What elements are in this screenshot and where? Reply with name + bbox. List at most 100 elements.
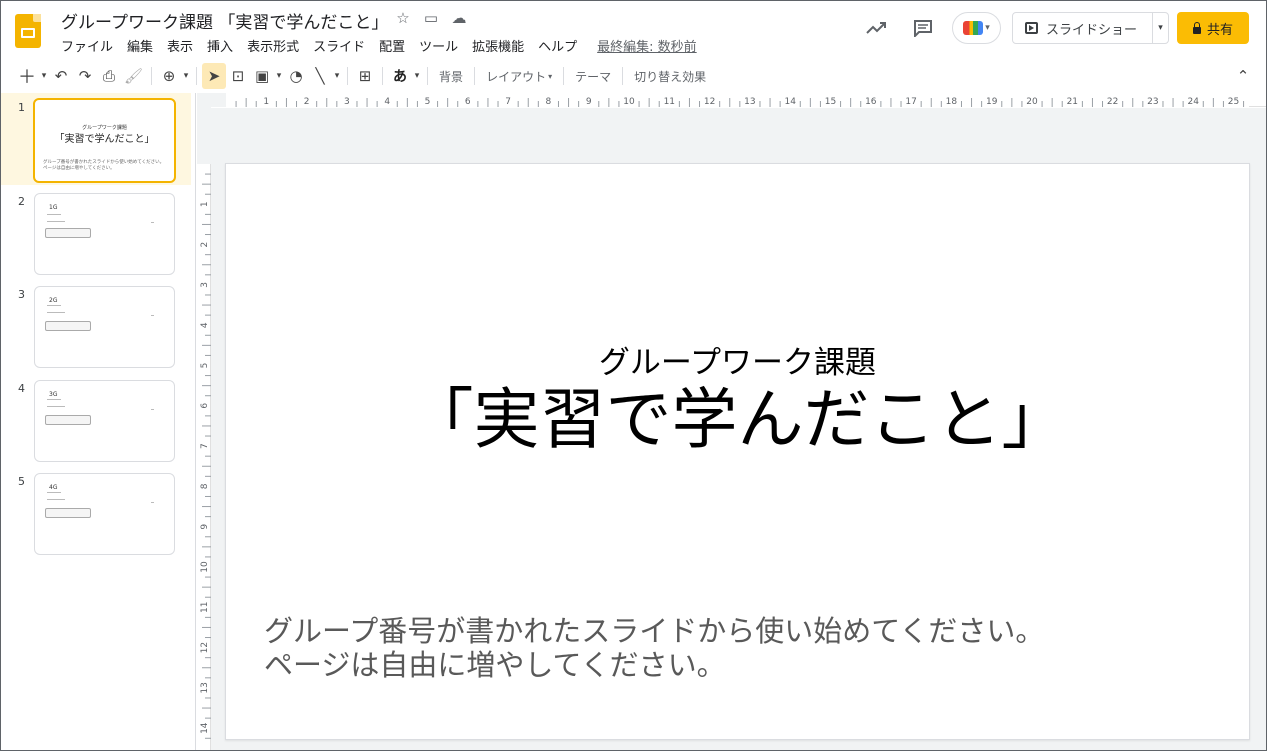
thumbnail-text-line: [151, 409, 154, 410]
slideshow-options-button[interactable]: ▾: [1153, 23, 1168, 33]
thumbnail-textbox: [45, 508, 91, 518]
ruler-label: 15: [825, 97, 836, 107]
slide-subtitle[interactable]: グループワーク課題: [226, 337, 1249, 382]
slide-body-textbox[interactable]: グループ番号が書かれたスライドから使い始めてください。 ページは自由に増やしてく…: [264, 614, 1224, 682]
thumbnail-textbox: [45, 415, 91, 425]
slides-logo-icon[interactable]: [15, 14, 41, 48]
slide-thumbnail[interactable]: 1G: [34, 193, 175, 275]
slide-thumbnail-row[interactable]: 1 グループワーク課題 「実習で学んだこと」 グループ番号が書かれたスライドから…: [1, 93, 191, 185]
move-folder-icon[interactable]: ▭: [423, 9, 439, 27]
slide-number: 2: [18, 195, 25, 208]
ruler-label: 14: [784, 97, 796, 107]
ruler-label: 14: [200, 722, 210, 734]
menu-slide[interactable]: スライド: [313, 36, 365, 55]
ruler-label: 25: [1228, 97, 1239, 107]
slide-thumbnail-row[interactable]: 2 1G: [1, 187, 191, 279]
slideshow-label: スライドショー: [1046, 22, 1138, 38]
text-box-icon[interactable]: ⊡: [226, 63, 250, 89]
ruler-label: 7: [200, 443, 210, 449]
image-icon[interactable]: ▣: [250, 63, 274, 89]
menu-insert[interactable]: 挿入: [207, 36, 233, 55]
ruler-label: 16: [865, 97, 877, 107]
paint-format-icon[interactable]: 🖌: [121, 63, 146, 89]
star-icon[interactable]: ☆: [395, 9, 411, 27]
menu-extensions[interactable]: 拡張機能: [472, 36, 524, 55]
collapse-menu-icon[interactable]: ⌃: [1231, 63, 1255, 89]
input-tools-menu-button[interactable]: ▾: [412, 63, 422, 89]
chevron-down-icon: ▾: [985, 23, 990, 33]
present-icon: [1025, 22, 1038, 34]
line-menu-button[interactable]: ▾: [332, 63, 342, 89]
ruler-label: 2: [200, 242, 210, 248]
ruler-label: 6: [465, 97, 471, 107]
slide-thumbnail[interactable]: 2G: [34, 286, 175, 368]
layout-button[interactable]: レイアウト ▾: [480, 63, 558, 89]
slide-thumbnail[interactable]: グループワーク課題 「実習で学んだこと」 グループ番号が書かれたスライドから使い…: [33, 98, 176, 183]
theme-button[interactable]: テーマ: [569, 63, 617, 89]
ruler-label: 3: [344, 97, 350, 107]
ruler-label: 18: [946, 97, 958, 107]
slide-thumbnail-row[interactable]: 3 2G: [1, 280, 191, 372]
image-menu-button[interactable]: ▾: [274, 63, 284, 89]
thumbnail-textbox: [45, 228, 91, 238]
new-slide-layout-button[interactable]: ▾: [39, 63, 49, 89]
ruler-label: 10: [623, 97, 635, 107]
share-button[interactable]: 共有: [1177, 12, 1249, 44]
menu-arrange[interactable]: 配置: [379, 36, 405, 55]
thumbnail-text-line: [151, 315, 154, 316]
menu-tools[interactable]: ツール: [419, 36, 458, 55]
menu-edit[interactable]: 編集: [127, 36, 153, 55]
thumbnail-text-line: [47, 305, 61, 306]
print-icon[interactable]: ⎙: [97, 63, 121, 89]
layout-label: レイアウト: [486, 69, 547, 84]
slide-body-line: ページは自由に増やしてください。: [264, 648, 726, 682]
comment-icon[interactable]: [911, 16, 935, 40]
ruler-label: 24: [1187, 97, 1199, 107]
thumbnail-text-line: [47, 399, 61, 400]
background-button[interactable]: 背景: [433, 63, 469, 89]
meet-button[interactable]: ▾: [952, 12, 1001, 44]
slide-thumbnail[interactable]: 4G: [34, 473, 175, 555]
current-slide[interactable]: グループワーク課題 「実習で学んだこと」 グループ番号が書かれたスライドから使い…: [225, 163, 1250, 740]
ruler-label: 13: [200, 682, 210, 693]
input-tools-button[interactable]: あ: [388, 63, 412, 89]
menu-view[interactable]: 表示: [167, 36, 193, 55]
line-icon[interactable]: ╲: [308, 63, 332, 89]
shape-icon[interactable]: ◔: [284, 63, 308, 89]
slide-canvas[interactable]: グループワーク課題 「実習で学んだこと」 グループ番号が書かれたスライドから使い…: [211, 108, 1266, 750]
menu-help[interactable]: ヘルプ: [538, 36, 577, 55]
transition-button[interactable]: 切り替え効果: [628, 63, 712, 89]
zoom-menu-button[interactable]: ▾: [181, 63, 191, 89]
cloud-saved-icon[interactable]: ☁: [451, 9, 467, 27]
thumbnail-text-line: [47, 214, 61, 215]
vertical-ruler[interactable]: 1 2 3 4 5 6 7 8 9 10 11 12 13 14: [197, 107, 211, 750]
add-comment-icon[interactable]: ⊞: [353, 63, 377, 89]
slide-thumbnail[interactable]: 3G: [34, 380, 175, 462]
toolbar-divider: [382, 67, 384, 85]
slide-number: 5: [18, 475, 25, 488]
zoom-icon[interactable]: ⊕: [157, 63, 181, 89]
slide-thumbnail-row[interactable]: 4 3G: [1, 374, 191, 466]
ruler-label: 9: [200, 524, 210, 530]
toolbar-divider: [196, 67, 198, 85]
menu-file[interactable]: ファイル: [61, 36, 113, 55]
slide-title[interactable]: 「実習で学んだこと」: [226, 378, 1249, 462]
horizontal-ruler[interactable]: 1 2 3 4 5 6 7 8 9 10 11 12 13 14 15 16 17 18 19 20 21 22 23 24 2…: [197, 93, 1266, 107]
document-title[interactable]: グループワーク課題 「実習で学んだこと」: [61, 8, 388, 33]
thumbnail-text-line: [47, 312, 65, 313]
chevron-down-icon: ▾: [548, 71, 553, 81]
slide-number: 1: [18, 101, 25, 114]
slide-thumbnail-row[interactable]: 5 4G: [1, 467, 191, 559]
last-edit-link[interactable]: 最終編集: 数秒前: [597, 36, 697, 55]
toolbar: ＋ ▾ ↶ ↷ ⎙ 🖌 ⊕ ▾ ➤ ⊡ ▣ ▾ ◔ ╲ ▾ ⊞ あ ▾ 背景 レ…: [15, 62, 1255, 90]
ruler-ticks: 1234567891011121314: [200, 173, 211, 739]
trending-icon[interactable]: [864, 16, 888, 40]
menu-format[interactable]: 表示形式: [247, 36, 299, 55]
ruler-label: 3: [200, 282, 210, 288]
new-slide-button[interactable]: ＋: [15, 63, 39, 89]
redo-icon[interactable]: ↷: [73, 63, 97, 89]
share-label: 共有: [1206, 22, 1233, 38]
slideshow-button[interactable]: スライドショー: [1013, 13, 1153, 43]
select-tool-icon[interactable]: ➤: [202, 63, 227, 89]
undo-icon[interactable]: ↶: [49, 63, 73, 89]
